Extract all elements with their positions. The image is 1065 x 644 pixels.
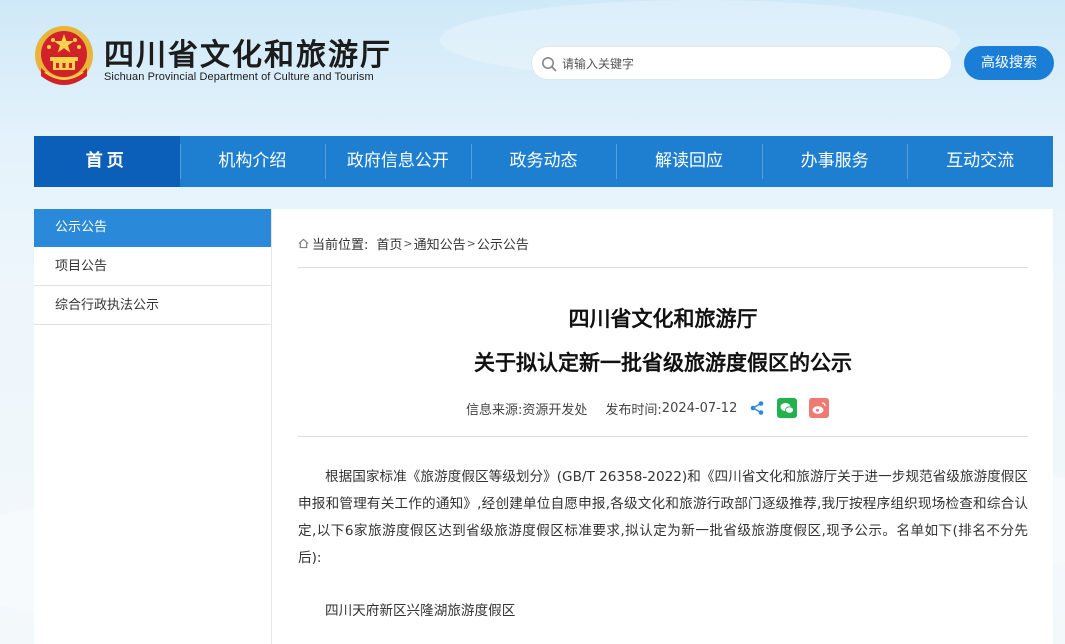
site-title: 四川省文化和旅游厅 (104, 38, 392, 73)
breadcrumb-prefix: 当前位置: (312, 238, 369, 253)
article-meta: 信息来源: 资源开发处 发布时间: 2024-07-12 (466, 398, 830, 418)
nav-item-gov-info[interactable]: 政府信息公开 (325, 136, 471, 187)
divider (298, 436, 1028, 437)
nav-item-home[interactable]: 首页 (34, 136, 180, 187)
search-box[interactable] (531, 46, 952, 80)
wechat-icon[interactable] (777, 398, 798, 418)
source-value: 资源开发处 (522, 402, 588, 418)
sidebar-item-law-enforcement[interactable]: 综合行政执法公示 (34, 286, 271, 325)
date-label: 发布时间: (605, 402, 662, 418)
nav-item-news[interactable]: 政务动态 (470, 136, 617, 187)
breadcrumb: 当前位置: 首页 > 通知公告 > 公示公告 (298, 234, 529, 253)
national-emblem-icon (35, 26, 93, 85)
sidebar-item-public-notice[interactable]: 公示公告 (34, 209, 271, 247)
article-title-line2: 关于拟认定新一批省级旅游度假区的公示 (474, 351, 852, 375)
site-header: 四川省文化和旅游厅 Sichuan Provincial Department … (0, 0, 1065, 130)
breadcrumb-notices[interactable]: 通知公告 (414, 234, 466, 253)
sidebar: 公示公告 项目公告 综合行政执法公示 (34, 209, 271, 644)
breadcrumb-home[interactable]: 首页 (376, 234, 402, 253)
breadcrumb-separator: > (403, 237, 413, 250)
advanced-search-button[interactable]: 高级搜索 (964, 46, 1054, 80)
breadcrumb-separator: > (466, 237, 476, 250)
divider (298, 267, 1028, 268)
source-label: 信息来源: (466, 402, 523, 418)
article-panel: 当前位置: 首页 > 通知公告 > 公示公告 四川省文化和旅游厅 关于拟认定新一… (271, 209, 1053, 644)
site-subtitle-en: Sichuan Provincial Department of Culture… (104, 71, 374, 83)
nav-item-about[interactable]: 机构介绍 (179, 136, 326, 187)
article-paragraph: 根据国家标准《旅游度假区等级划分》(GB/T 26358-2022)和《四川省文… (298, 469, 1028, 566)
article-title-line1: 四川省文化和旅游厅 (568, 307, 758, 331)
search-input[interactable] (562, 53, 942, 75)
nav-item-interpretation[interactable]: 解读回应 (616, 136, 762, 187)
date-value: 2024-07-12 (661, 400, 738, 416)
weibo-icon[interactable] (809, 398, 830, 418)
list-item: 四川天府新区兴隆湖旅游度假区 (325, 603, 516, 619)
home-icon (298, 238, 309, 249)
search-icon[interactable] (541, 56, 557, 72)
sidebar-item-project-notice[interactable]: 项目公告 (34, 247, 271, 286)
breadcrumb-public-notice[interactable]: 公示公告 (477, 234, 529, 253)
nav-item-services[interactable]: 办事服务 (761, 136, 908, 187)
share-icon[interactable] (749, 400, 765, 416)
nav-item-interaction[interactable]: 互动交流 (907, 136, 1053, 187)
main-nav: 首页 机构介绍 政府信息公开 政务动态 解读回应 办事服务 互动交流 (34, 136, 1053, 187)
